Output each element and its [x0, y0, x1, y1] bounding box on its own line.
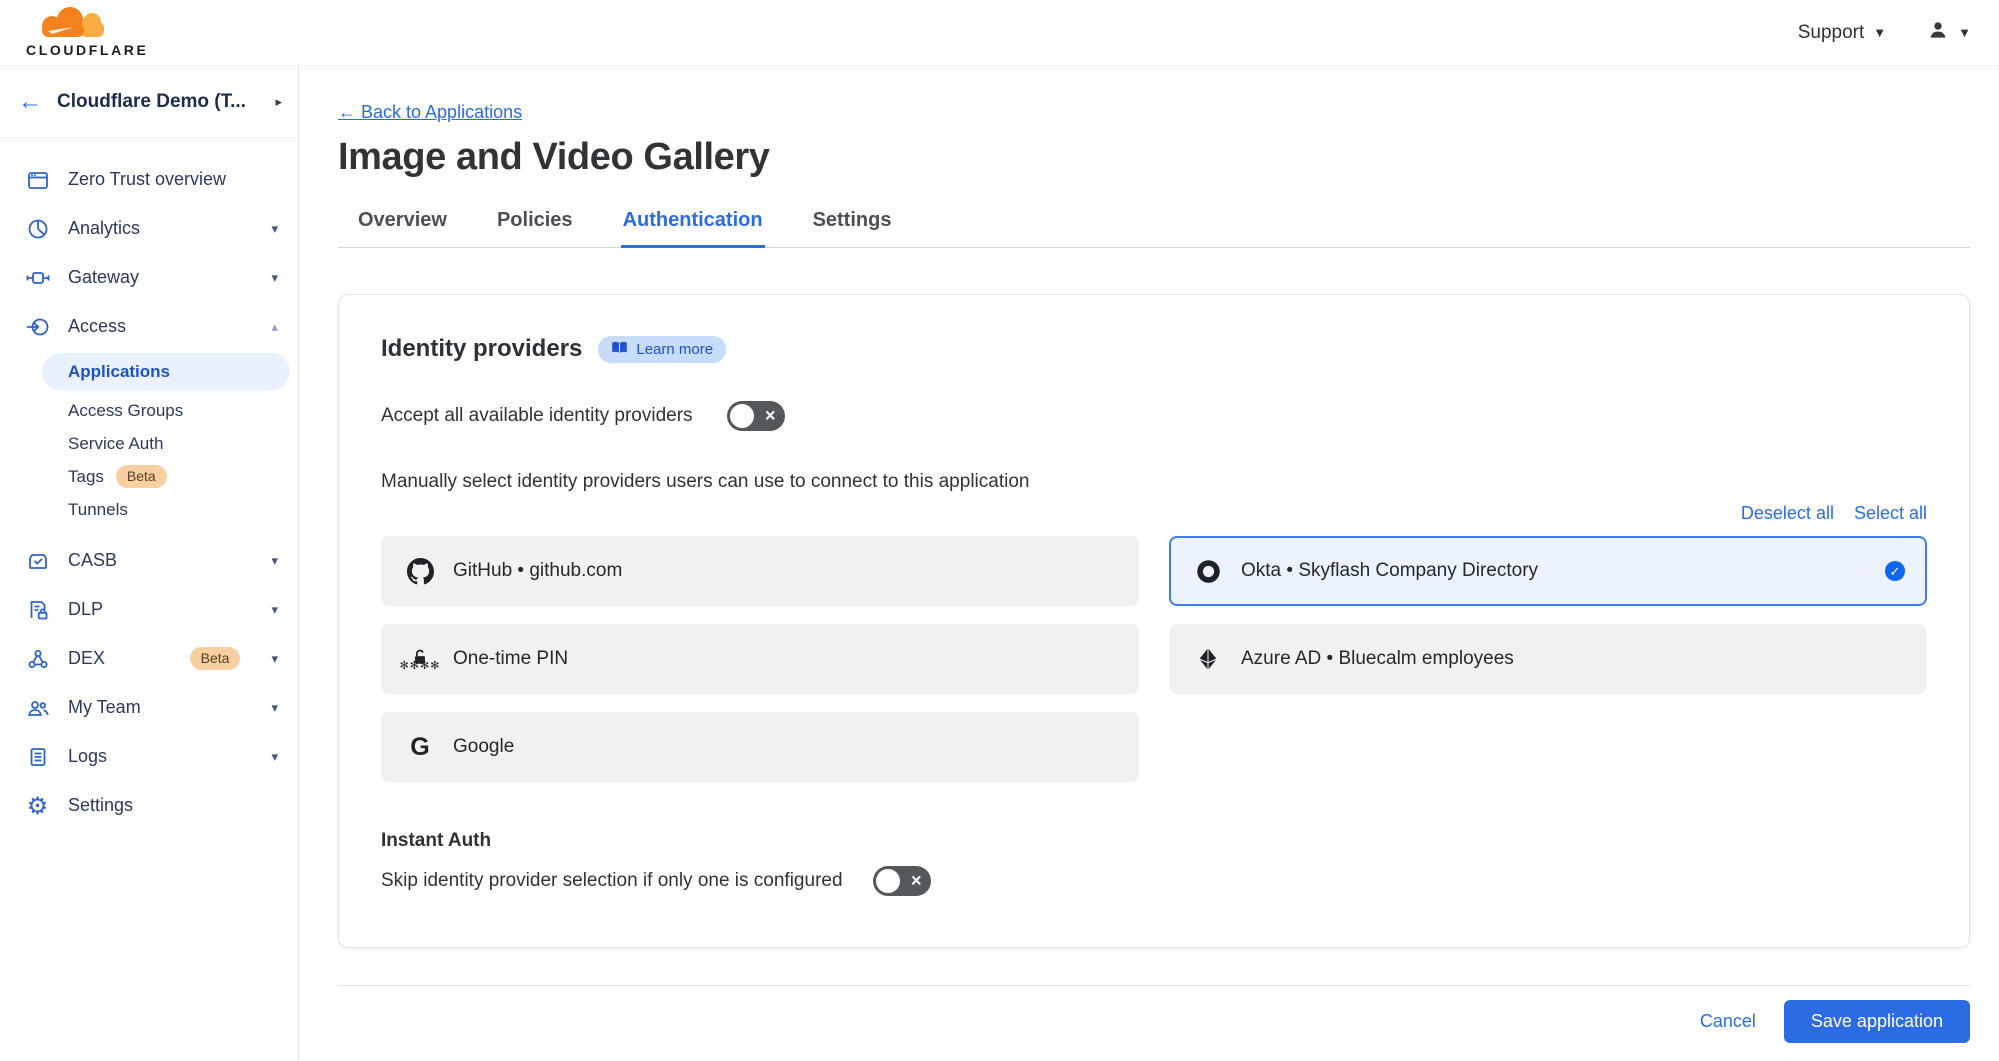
tab-settings[interactable]: Settings [811, 199, 894, 248]
log-document-icon [24, 745, 51, 769]
accept-all-toggle[interactable]: × [727, 401, 785, 431]
tab-policies[interactable]: Policies [495, 199, 575, 248]
network-nodes-icon [24, 647, 51, 671]
window-icon [24, 168, 51, 192]
idp-tile-one-time-pin[interactable]: ✻✻✻✻ One-time PIN [381, 624, 1139, 694]
sidebar-item-analytics[interactable]: Analytics ▾ [0, 204, 298, 253]
book-icon [611, 340, 628, 359]
sidebar-item-tags[interactable]: Tags Beta [0, 460, 298, 493]
account-name: Cloudflare Demo (T... [57, 91, 260, 113]
pie-chart-icon [24, 217, 51, 241]
chevron-down-icon[interactable]: ▾ [271, 651, 278, 667]
access-login-icon [24, 315, 51, 339]
sidebar-item-logs[interactable]: Logs ▾ [0, 732, 298, 781]
one-time-pin-lock-icon: ✻✻✻✻ [405, 648, 435, 670]
sidebar: ← Cloudflare Demo (T... ▸ Zero Trust ove… [0, 66, 299, 1061]
back-to-applications-link[interactable]: ← Back to Applications [338, 102, 522, 123]
sidebar-item-my-team[interactable]: My Team ▾ [0, 683, 298, 732]
chevron-down-icon[interactable]: ▾ [271, 700, 278, 716]
user-icon [1926, 18, 1950, 47]
card-heading: Identity providers [381, 335, 582, 363]
toggle-knob [876, 869, 900, 893]
sidebar-item-zero-trust-overview[interactable]: Zero Trust overview [0, 155, 298, 204]
footer-actions: Cancel Save application [338, 1000, 1970, 1043]
footer-divider [338, 985, 1970, 986]
tab-bar: Overview Policies Authentication Setting… [338, 199, 1970, 248]
document-lock-icon [24, 598, 51, 622]
tab-overview[interactable]: Overview [356, 199, 449, 248]
idp-tile-azure-ad[interactable]: Azure AD • Bluecalm employees [1169, 624, 1927, 694]
chevron-down-icon[interactable]: ▾ [271, 749, 278, 765]
sidebar-item-access[interactable]: Access ▴ [0, 302, 298, 351]
idp-tile-github[interactable]: GitHub • github.com [381, 536, 1139, 606]
box-check-icon [24, 549, 51, 573]
account-switcher[interactable]: ← Cloudflare Demo (T... ▸ [0, 66, 298, 138]
support-menu[interactable]: Support ▼ [1798, 22, 1886, 44]
accept-all-label: Accept all available identity providers [381, 405, 693, 427]
select-all-link[interactable]: Select all [1854, 503, 1927, 524]
learn-more-badge[interactable]: Learn more [598, 336, 726, 363]
instant-auth-toggle[interactable]: × [873, 866, 931, 896]
deselect-all-link[interactable]: Deselect all [1741, 503, 1834, 524]
team-icon [24, 696, 51, 720]
sidebar-item-casb[interactable]: CASB ▾ [0, 536, 298, 585]
sidebar-item-tunnels[interactable]: Tunnels [0, 493, 298, 526]
manual-select-label: Manually select identity providers users… [381, 471, 1927, 493]
sidebar-item-access-groups[interactable]: Access Groups [0, 394, 298, 427]
okta-icon [1193, 558, 1223, 585]
identity-provider-grid: GitHub • github.com Okta • Skyflash Comp… [381, 536, 1927, 782]
chevron-right-icon[interactable]: ▸ [275, 94, 282, 110]
sidebar-nav: Zero Trust overview Analytics ▾ Gateway [0, 138, 298, 830]
chevron-up-icon[interactable]: ▴ [271, 319, 278, 335]
chevron-down-icon: ▼ [1958, 26, 1971, 39]
gear-icon: ⚙ [24, 794, 51, 818]
sidebar-item-dlp[interactable]: DLP ▾ [0, 585, 298, 634]
sidebar-item-settings[interactable]: ⚙ Settings [0, 781, 298, 830]
beta-badge: Beta [116, 465, 167, 488]
gateway-icon [24, 266, 51, 290]
cancel-button[interactable]: Cancel [1700, 1011, 1756, 1032]
instant-auth-label: Skip identity provider selection if only… [381, 870, 843, 892]
toggle-knob [730, 404, 754, 428]
sidebar-item-service-auth[interactable]: Service Auth [0, 427, 298, 460]
chevron-down-icon[interactable]: ▾ [271, 270, 278, 286]
cloudflare-logo: CLOUDFLARE [20, 2, 148, 63]
google-icon: G [405, 735, 435, 760]
sidebar-item-applications[interactable]: Applications [42, 353, 290, 390]
chevron-down-icon[interactable]: ▾ [271, 553, 278, 569]
identity-providers-card: Identity providers Learn more Accept all… [338, 294, 1970, 948]
user-menu[interactable]: ▼ [1926, 18, 1971, 47]
main-content: ← Back to Applications Image and Video G… [299, 66, 1999, 1061]
back-arrow-icon[interactable]: ← [18, 90, 42, 114]
sidebar-item-dex[interactable]: DEX Beta ▾ [0, 634, 298, 683]
chevron-down-icon[interactable]: ▾ [271, 221, 278, 237]
support-label: Support [1798, 22, 1865, 44]
selected-check-icon: ✓ [1885, 561, 1905, 581]
toggle-off-x-icon: × [911, 872, 922, 890]
cloudflare-wordmark: CLOUDFLARE [26, 42, 148, 58]
chevron-down-icon: ▼ [1873, 26, 1886, 39]
cloudflare-cloud-icon [42, 7, 104, 37]
idp-tile-google[interactable]: G Google [381, 712, 1139, 782]
toggle-off-x-icon: × [765, 407, 776, 425]
pin-dots: ✻✻✻✻ [400, 664, 441, 670]
page-title: Image and Video Gallery [338, 136, 1970, 179]
sidebar-item-gateway[interactable]: Gateway ▾ [0, 253, 298, 302]
github-icon [405, 558, 435, 585]
topbar: CLOUDFLARE Support ▼ ▼ [0, 0, 1999, 66]
beta-badge: Beta [190, 647, 241, 670]
idp-tile-okta[interactable]: Okta • Skyflash Company Directory ✓ [1169, 536, 1927, 606]
tab-authentication[interactable]: Authentication [621, 199, 765, 248]
azure-ad-icon [1193, 646, 1223, 672]
chevron-down-icon[interactable]: ▾ [271, 602, 278, 618]
instant-auth-heading: Instant Auth [381, 830, 1927, 852]
save-application-button[interactable]: Save application [1784, 1000, 1970, 1043]
access-submenu: Applications Access Groups Service Auth … [0, 353, 298, 526]
